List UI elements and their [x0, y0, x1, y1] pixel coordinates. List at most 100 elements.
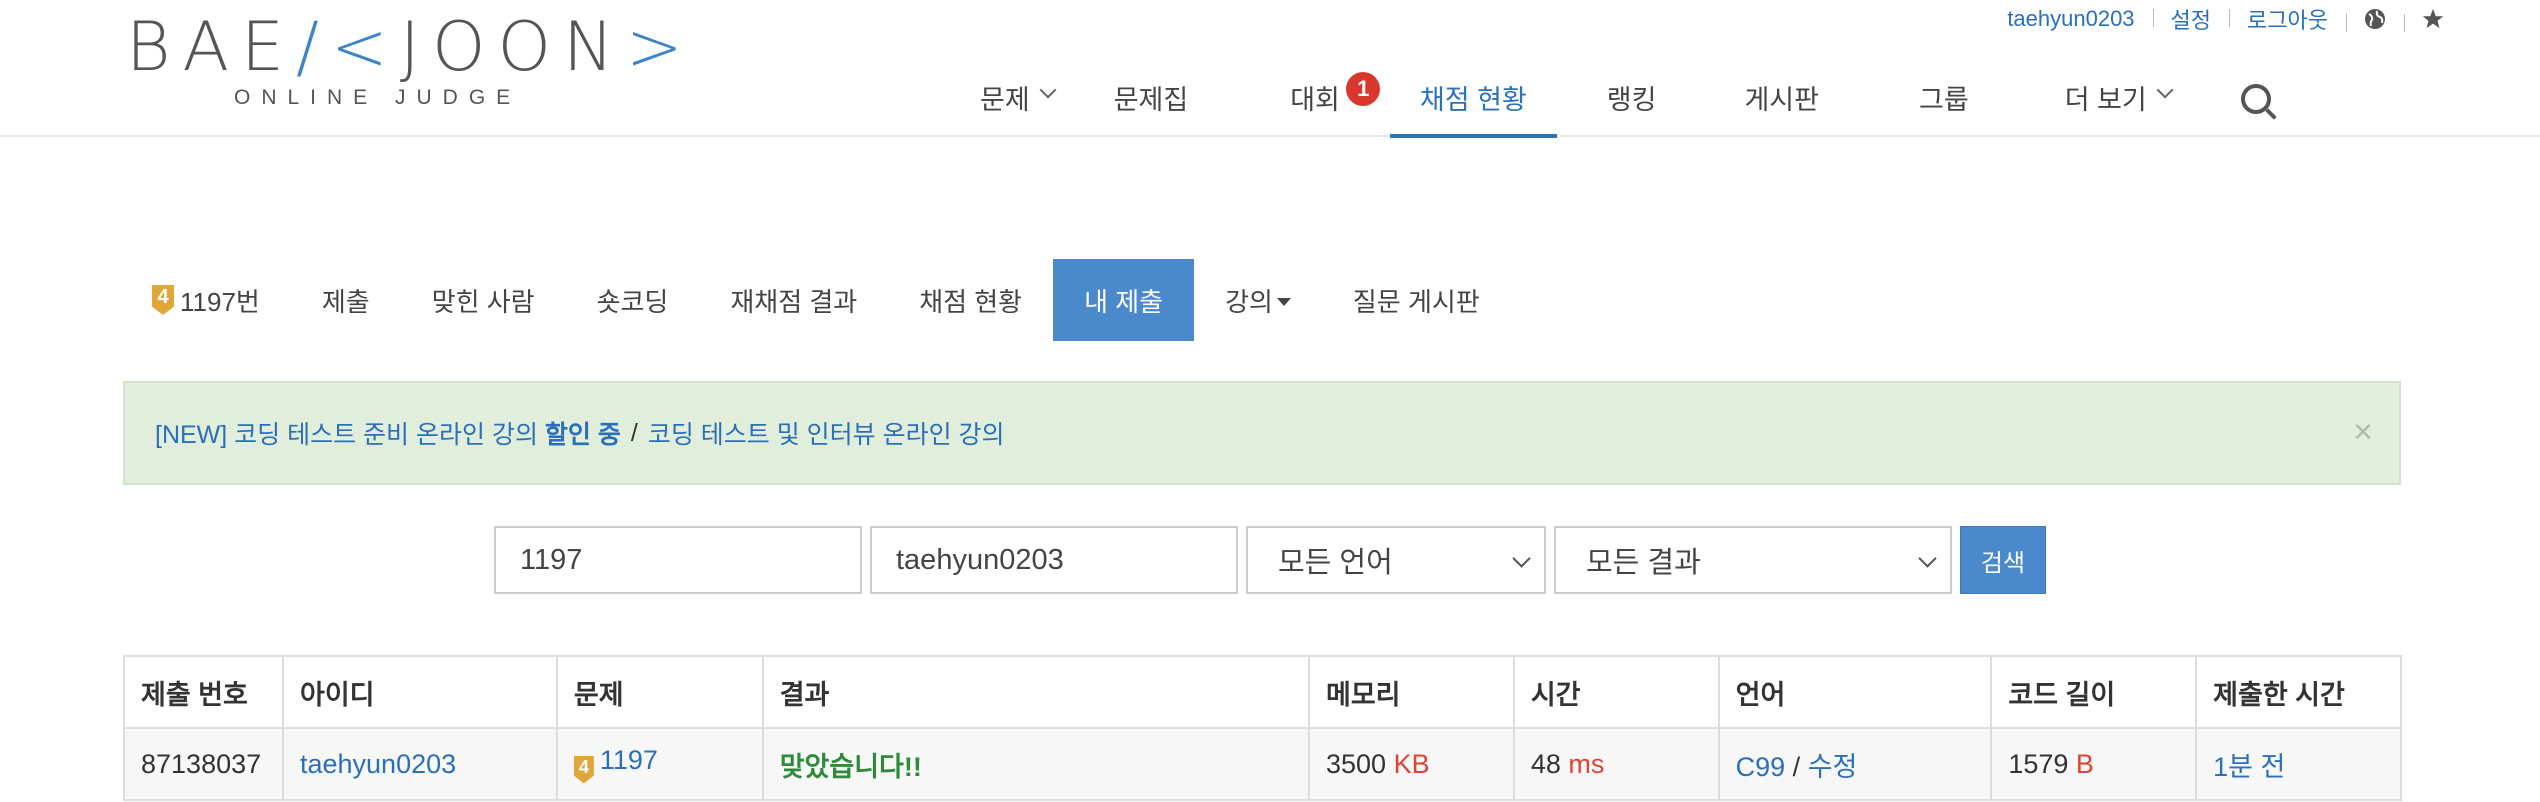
- site-header: BAE/<JOON> ONLINE JUDGE taehyun0203 설정 로…: [0, 0, 2540, 138]
- subnav-status[interactable]: 채점 현황: [888, 259, 1053, 341]
- promo-link-interview[interactable]: 코딩 테스트 및 인터뷰 온라인 강의: [648, 415, 1005, 451]
- tier-gold-icon: 4: [152, 285, 174, 315]
- promo-link-course[interactable]: [NEW] 코딩 테스트 준비 온라인 강의 할인 중: [155, 415, 621, 451]
- logo-text-mid: JOON: [399, 8, 626, 87]
- close-icon[interactable]: ×: [2353, 413, 2373, 452]
- col-user: 아이디: [281, 655, 558, 729]
- result-cell: 맞았습니다!!: [761, 727, 1310, 801]
- logo-wordmark: BAE/<JOON>: [126, 14, 695, 82]
- top-user-bar: taehyun0203 설정 로그아웃: [1989, 3, 2444, 35]
- logo-subtitle: ONLINE JUDGE: [234, 86, 522, 109]
- problem-subnav: 4 1197번 제출 맞힌 사람 숏코딩 재채점 결과 채점 현황 내 제출 강의…: [130, 259, 1511, 341]
- code-length-unit: B: [2075, 748, 2094, 779]
- nav-group[interactable]: 그룹: [1869, 66, 2015, 134]
- caret-down-icon: [1276, 298, 1291, 306]
- subnav-lecture-label: 강의: [1225, 286, 1273, 317]
- language-select[interactable]: 모든 언어: [1246, 526, 1546, 594]
- search-button[interactable]: 검색: [1960, 526, 2046, 594]
- col-language: 언어: [1717, 655, 1993, 729]
- submitted-time-link[interactable]: 1분 전: [2213, 752, 2285, 782]
- table-row: 87138037 taehyun0203 4 1197 맞았습니다!! 3500 …: [123, 727, 2402, 801]
- settings-link[interactable]: 설정: [2152, 3, 2229, 35]
- code-length-cell: 1579 B: [1990, 727, 2198, 801]
- submission-id: 87138037: [123, 727, 284, 801]
- subnav-shortcoding[interactable]: 숏코딩: [566, 259, 700, 341]
- promo-separator: /: [630, 418, 638, 447]
- chevron-down-icon: [1039, 81, 1057, 99]
- status-table: 제출 번호 아이디 문제 결과 메모리 시간 언어 코드 길이 제출한 시간 8…: [123, 655, 2402, 801]
- logo-bracket-left: /<: [296, 8, 400, 87]
- nav-contest-label: 대회: [1290, 85, 1340, 115]
- nav-more-label: 더 보기: [2064, 85, 2147, 115]
- nav-contest[interactable]: 대회 1: [1218, 66, 1390, 134]
- problem-link[interactable]: 1197: [600, 745, 658, 775]
- subnav-submit[interactable]: 제출: [291, 259, 401, 341]
- nav-board-label: 게시판: [1744, 85, 1819, 115]
- edit-link[interactable]: 수정: [1808, 752, 1858, 782]
- subnav-solvers[interactable]: 맞힌 사람: [401, 259, 566, 341]
- col-memory: 메모리: [1307, 655, 1515, 729]
- globe-icon: [2365, 9, 2385, 29]
- memory-value: 3500: [1325, 748, 1387, 779]
- main-nav: 문제 문제집 대회 1 채점 현황 랭킹 게시판 그룹 더 보기: [950, 66, 2271, 138]
- promo-text: [NEW] 코딩 테스트 준비 온라인 강의: [155, 421, 545, 449]
- col-code-length: 코드 길이: [1990, 655, 2198, 729]
- source-link[interactable]: C99: [1736, 752, 1786, 782]
- col-submitted: 제출한 시간: [2195, 655, 2402, 729]
- user-link[interactable]: taehyun0203: [300, 749, 456, 779]
- logo-text-left: BAE: [126, 8, 297, 87]
- logout-link[interactable]: 로그아웃: [2229, 3, 2346, 35]
- submitted-cell: 1분 전: [2195, 727, 2402, 801]
- nav-group-label: 그룹: [1919, 85, 1969, 115]
- col-time: 시간: [1512, 655, 1720, 729]
- nav-search[interactable]: [2201, 66, 2271, 134]
- col-submission-id: 제출 번호: [123, 655, 284, 729]
- logo-bracket-right: >: [625, 8, 695, 87]
- logo[interactable]: BAE/<JOON> ONLINE JUDGE: [126, 14, 683, 114]
- result-select-value: 모든 결과: [1586, 547, 1701, 579]
- subnav-problem-label: 1197번: [180, 286, 260, 317]
- promo-alert: [NEW] 코딩 테스트 준비 온라인 강의 할인 중 / 코딩 테스트 및 인…: [123, 381, 2401, 485]
- tier-gold-icon: 4: [573, 755, 594, 784]
- user-id-input[interactable]: [870, 526, 1238, 594]
- nav-problems-label: 문제: [980, 85, 1030, 115]
- nav-workbook[interactable]: 문제집: [1084, 66, 1219, 134]
- nav-board[interactable]: 게시판: [1700, 66, 1869, 134]
- subnav-lecture[interactable]: 강의: [1194, 259, 1322, 341]
- time-unit: ms: [1568, 748, 1605, 779]
- subnav-qna[interactable]: 질문 게시판: [1322, 259, 1511, 341]
- language-cell: C99 / 수정: [1717, 727, 1993, 801]
- chevron-down-icon: [1918, 549, 1937, 568]
- table-header-row: 제출 번호 아이디 문제 결과 메모리 시간 언어 코드 길이 제출한 시간: [123, 655, 2402, 729]
- nav-workbook-label: 문제집: [1113, 85, 1189, 115]
- col-problem: 문제: [555, 655, 764, 729]
- status-search-form: 모든 언어 모든 결과 검색: [494, 526, 2046, 594]
- language-separator: /: [1792, 751, 1801, 782]
- contest-notification-badge: 1: [1346, 72, 1381, 106]
- username-link[interactable]: taehyun0203: [1989, 6, 2152, 32]
- user-cell: taehyun0203: [281, 727, 558, 801]
- favorite-link[interactable]: [2404, 8, 2444, 32]
- chevron-down-icon: [2156, 81, 2174, 99]
- memory-cell: 3500 KB: [1307, 727, 1515, 801]
- promo-text-bold: 할인 중: [544, 421, 621, 449]
- code-length-value: 1579: [2008, 748, 2069, 779]
- nav-more[interactable]: 더 보기: [2015, 66, 2201, 134]
- problem-id-input[interactable]: [494, 526, 862, 594]
- subnav-rejudge[interactable]: 재채점 결과: [699, 259, 888, 341]
- nav-status-label: 채점 현황: [1419, 85, 1527, 115]
- search-icon: [2240, 84, 2271, 114]
- nav-problems[interactable]: 문제: [950, 66, 1084, 134]
- star-icon: [2422, 8, 2444, 29]
- result-select[interactable]: 모든 결과: [1554, 526, 1952, 594]
- subnav-my-submissions[interactable]: 내 제출: [1053, 259, 1195, 341]
- language-switch[interactable]: [2346, 8, 2404, 32]
- problem-cell: 4 1197: [555, 727, 764, 801]
- subnav-problem[interactable]: 4 1197번: [130, 259, 291, 341]
- chevron-down-icon: [1512, 549, 1531, 568]
- result-accepted: 맞았습니다!!: [779, 751, 922, 782]
- nav-ranking-label: 랭킹: [1606, 85, 1657, 115]
- nav-status[interactable]: 채점 현황: [1389, 66, 1557, 138]
- nav-ranking[interactable]: 랭킹: [1557, 66, 1701, 134]
- time-cell: 48 ms: [1512, 727, 1720, 801]
